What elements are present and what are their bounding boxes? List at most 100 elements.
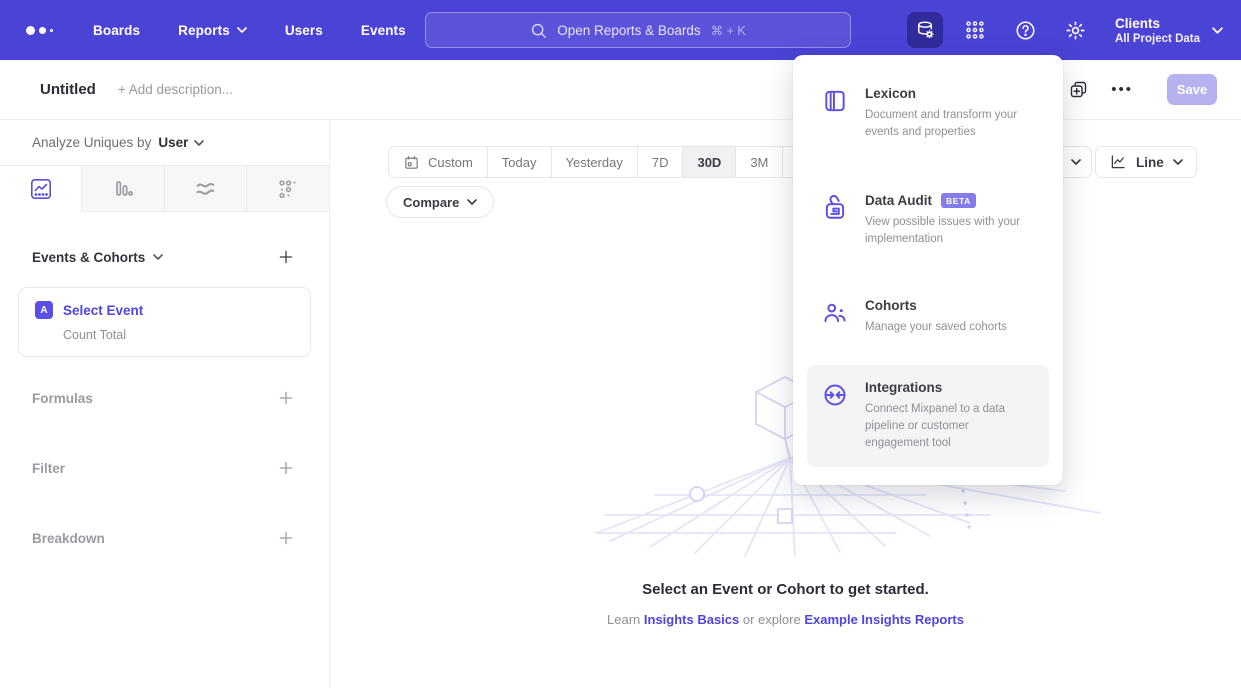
line-chart-icon bbox=[29, 177, 53, 201]
date-range-label: 7D bbox=[652, 155, 669, 170]
select-event-button[interactable]: Select Event bbox=[63, 303, 143, 318]
analyze-label: Analyze Uniques by bbox=[32, 135, 151, 150]
compare-label: Compare bbox=[403, 195, 459, 210]
chevron-down-icon bbox=[153, 254, 163, 260]
beta-badge: BETA bbox=[941, 193, 976, 208]
settings-button[interactable] bbox=[1057, 12, 1093, 48]
search-icon bbox=[530, 22, 547, 39]
empty-state-links: Learn Insights Basics or explore Example… bbox=[330, 612, 1241, 627]
menu-item-description: Document and transform your events and p… bbox=[865, 107, 1035, 141]
middle-text: or explore bbox=[743, 612, 801, 627]
add-formula-button[interactable] bbox=[275, 387, 297, 409]
analyze-by-dropdown[interactable]: User bbox=[158, 135, 204, 150]
search-shortcut: ⌘ + K bbox=[711, 23, 746, 38]
tab-flow-chart[interactable] bbox=[165, 166, 247, 212]
apps-grid-icon bbox=[964, 19, 986, 41]
menu-item-title: Integrations bbox=[865, 380, 942, 395]
date-range-label: Yesterday bbox=[566, 155, 623, 170]
add-event-button[interactable] bbox=[275, 246, 297, 268]
menu-item-title: Cohorts bbox=[865, 298, 917, 313]
gear-icon bbox=[1064, 19, 1087, 42]
nav-item-users[interactable]: Users bbox=[285, 23, 323, 38]
nav-item-reports[interactable]: Reports bbox=[178, 23, 247, 38]
bar-chart-icon bbox=[111, 177, 135, 201]
add-filter-button[interactable] bbox=[275, 457, 297, 479]
plus-icon bbox=[277, 389, 295, 407]
date-range-yesterday[interactable]: Yesterday bbox=[551, 147, 637, 177]
date-range-label: Today bbox=[502, 155, 537, 170]
project-name: All Project Data bbox=[1115, 33, 1200, 45]
filter-label: Filter bbox=[32, 461, 65, 476]
insights-report-page: Boards Reports Users Events Open Reports… bbox=[0, 0, 1241, 688]
report-title[interactable]: Untitled bbox=[40, 81, 96, 98]
help-button[interactable] bbox=[1007, 12, 1043, 48]
date-range-7d[interactable]: 7D bbox=[637, 147, 683, 177]
events-cohorts-label: Events & Cohorts bbox=[32, 250, 145, 265]
nav-label: Boards bbox=[93, 23, 140, 38]
event-card[interactable]: A Select Event Count Total bbox=[18, 287, 311, 357]
nav-label: Users bbox=[285, 23, 323, 38]
chevron-down-icon bbox=[1071, 159, 1081, 165]
date-range-3m[interactable]: 3M bbox=[735, 147, 782, 177]
date-range-today[interactable]: Today bbox=[487, 147, 551, 177]
formulas-label: Formulas bbox=[32, 391, 93, 406]
primary-nav: Boards Reports Users Events bbox=[93, 23, 406, 38]
more-options-button[interactable]: ••• bbox=[1111, 81, 1133, 98]
tab-metric[interactable] bbox=[247, 166, 329, 212]
line-chart-axis-icon bbox=[1109, 153, 1127, 171]
compare-dropdown[interactable]: Compare bbox=[386, 186, 494, 218]
analyze-value: User bbox=[158, 135, 188, 150]
menu-item-data-audit[interactable]: Data Audit BETA View possible issues wit… bbox=[807, 178, 1049, 263]
mixpanel-logo-icon[interactable] bbox=[26, 26, 53, 35]
audit-icon bbox=[822, 193, 848, 248]
save-button[interactable]: Save bbox=[1167, 74, 1217, 105]
learn-prefix: Learn bbox=[607, 612, 640, 627]
analyze-row: Analyze Uniques by User bbox=[0, 120, 329, 166]
copy-plus-icon bbox=[1068, 79, 1089, 100]
insights-basics-link[interactable]: Insights Basics bbox=[644, 612, 739, 627]
data-management-menu: Lexicon Document and transform your even… bbox=[793, 55, 1063, 485]
example-reports-link[interactable]: Example Insights Reports bbox=[804, 612, 964, 627]
chevron-down-icon bbox=[467, 199, 477, 205]
tab-bar-chart[interactable] bbox=[82, 166, 164, 212]
date-range-custom[interactable]: Custom bbox=[389, 147, 487, 177]
nav-item-events[interactable]: Events bbox=[361, 23, 406, 38]
event-aggregation[interactable]: Count Total bbox=[63, 328, 294, 342]
date-range-label: 3M bbox=[750, 155, 768, 170]
query-sidebar: Analyze Uniques by User bbox=[0, 120, 330, 688]
chevron-down-icon bbox=[1212, 27, 1223, 34]
menu-item-cohorts[interactable]: Cohorts Manage your saved cohorts bbox=[807, 283, 1049, 351]
nav-label: Reports bbox=[178, 23, 230, 38]
metric-dots-icon bbox=[276, 177, 300, 201]
apps-grid-button[interactable] bbox=[957, 12, 993, 48]
client-name: Clients bbox=[1115, 16, 1200, 31]
integrations-icon bbox=[822, 380, 848, 452]
date-range-label: Custom bbox=[428, 155, 473, 170]
menu-item-integrations[interactable]: Integrations Connect Mixpanel to a data … bbox=[807, 365, 1049, 467]
date-range-30d[interactable]: 30D bbox=[682, 147, 735, 177]
events-cohorts-dropdown[interactable]: Events & Cohorts bbox=[32, 250, 163, 265]
tab-line-chart[interactable] bbox=[0, 166, 82, 212]
menu-item-lexicon[interactable]: Lexicon Document and transform your even… bbox=[807, 71, 1049, 156]
event-badge: A bbox=[35, 301, 53, 319]
plus-icon bbox=[277, 248, 295, 266]
report-header-actions: ••• Save bbox=[1068, 74, 1217, 105]
chevron-down-icon bbox=[194, 140, 204, 146]
top-nav-right: Clients All Project Data bbox=[907, 0, 1223, 60]
menu-item-description: Manage your saved cohorts bbox=[865, 319, 1007, 336]
chart-type-dropdown[interactable]: Line bbox=[1095, 146, 1197, 178]
formulas-section: Formulas bbox=[32, 387, 297, 409]
add-breakdown-button[interactable] bbox=[275, 527, 297, 549]
chart-area: Custom Today Yesterday 7D 30D 3M 6M Comp… bbox=[330, 120, 1241, 688]
duplicate-button[interactable] bbox=[1068, 79, 1089, 100]
filter-section: Filter bbox=[32, 457, 297, 479]
nav-item-boards[interactable]: Boards bbox=[93, 23, 140, 38]
top-nav: Boards Reports Users Events Open Reports… bbox=[0, 0, 1241, 60]
chevron-down-icon bbox=[237, 27, 247, 33]
date-range-control: Custom Today Yesterday 7D 30D 3M 6M bbox=[388, 146, 830, 178]
project-selector[interactable]: Clients All Project Data bbox=[1115, 16, 1223, 45]
add-description-field[interactable]: + Add description... bbox=[118, 82, 233, 97]
search-input[interactable]: Open Reports & Boards ⌘ + K bbox=[425, 12, 851, 48]
menu-item-description: Connect Mixpanel to a data pipeline or c… bbox=[865, 401, 1035, 452]
data-management-button[interactable] bbox=[907, 12, 943, 48]
